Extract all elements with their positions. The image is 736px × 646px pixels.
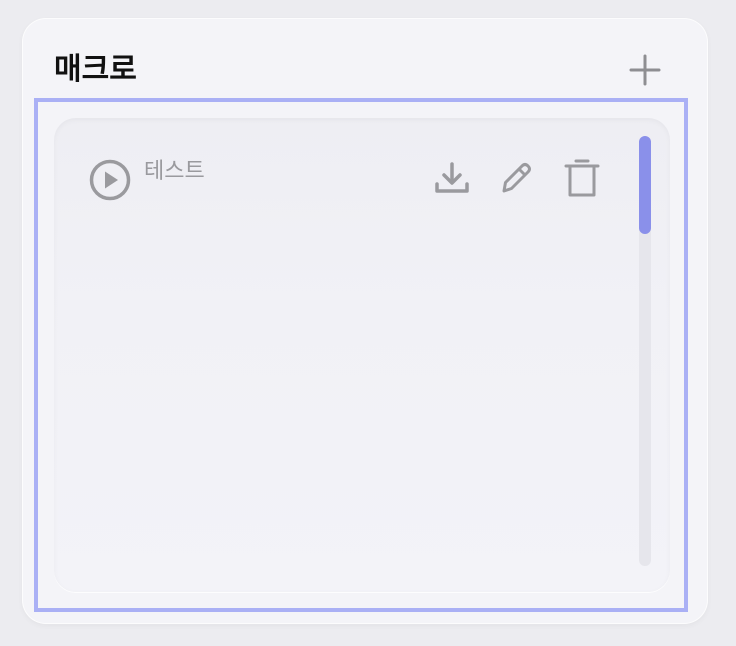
macro-name: 테스트 [144, 159, 205, 184]
delete-button[interactable] [562, 158, 602, 198]
edit-button[interactable] [496, 158, 536, 198]
list-item[interactable]: 테스트 [86, 152, 606, 206]
panel-title: 매크로 [54, 52, 137, 87]
download-button[interactable] [432, 158, 472, 198]
play-circle-icon [89, 159, 131, 201]
play-button[interactable] [88, 158, 132, 202]
add-macro-button[interactable] [628, 53, 662, 87]
scrollbar-track[interactable] [639, 136, 651, 566]
trash-icon [564, 159, 600, 197]
scrollbar-thumb[interactable] [639, 136, 651, 234]
download-icon [435, 162, 469, 193]
pencil-icon [502, 163, 531, 193]
plus-icon [629, 54, 661, 86]
